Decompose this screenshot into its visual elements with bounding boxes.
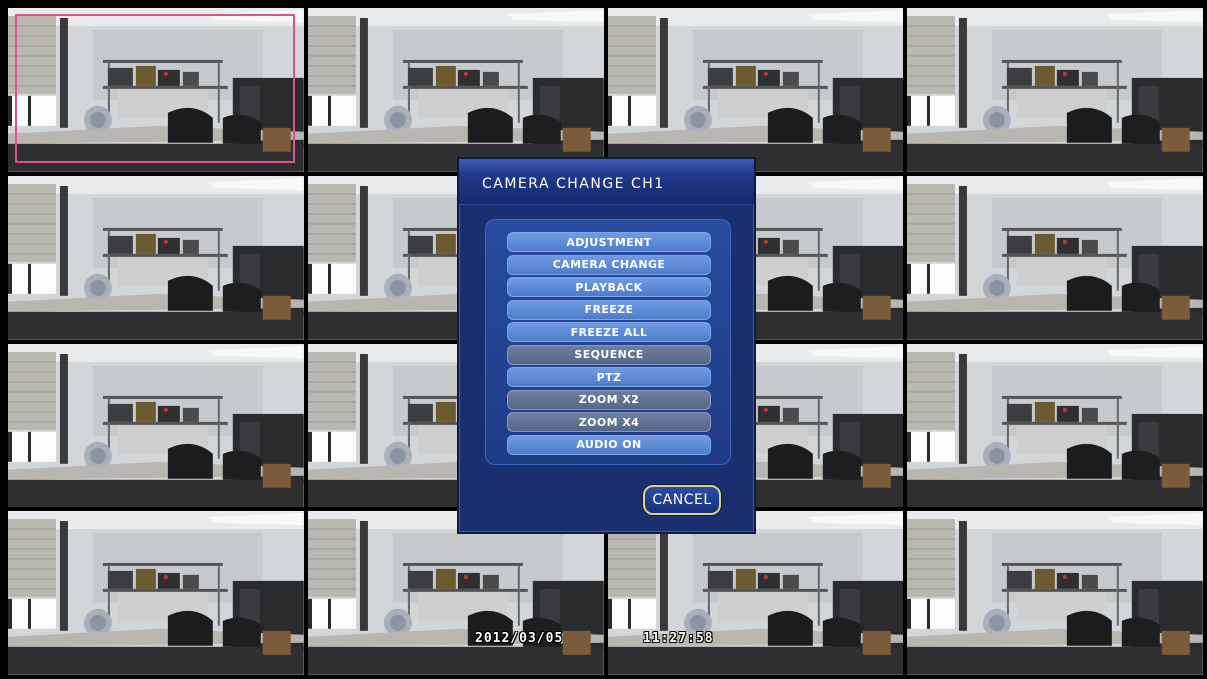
camera-feed-image xyxy=(8,343,304,508)
camera-channel-9[interactable] xyxy=(8,343,304,508)
menu-item-camera-change[interactable]: CAMERA CHANGE xyxy=(507,254,711,275)
camera-channel-14[interactable] xyxy=(307,511,604,675)
camera-change-dialog: CAMERA CHANGE CH1 ADJUSTMENT CAMERA CHANG… xyxy=(457,157,756,534)
camera-feed-image xyxy=(907,343,1203,508)
camera-feed-image xyxy=(8,8,304,172)
camera-feed-image xyxy=(907,8,1203,172)
date-stamp: 2012/03/05 xyxy=(475,631,564,646)
camera-feed-image xyxy=(307,511,604,675)
menu-item-audio-on[interactable]: AUDIO ON xyxy=(507,434,711,455)
menu-item-freeze-all[interactable]: FREEZE ALL xyxy=(507,322,711,342)
camera-feed-image xyxy=(8,511,304,675)
camera-channel-12[interactable] xyxy=(907,343,1203,508)
cancel-button[interactable]: CANCEL xyxy=(643,485,721,515)
dialog-title-bar: CAMERA CHANGE CH1 xyxy=(459,159,754,205)
menu-item-zoom-x2[interactable]: ZOOM X2 xyxy=(507,389,711,410)
camera-channel-3[interactable] xyxy=(607,8,904,172)
camera-channel-15[interactable] xyxy=(607,511,904,675)
camera-feed-image xyxy=(307,8,604,172)
camera-feed-image xyxy=(607,511,904,675)
menu-item-sequence[interactable]: SEQUENCE xyxy=(507,344,711,365)
camera-channel-1[interactable] xyxy=(8,8,304,172)
menu-item-ptz[interactable]: PTZ xyxy=(507,367,711,387)
camera-feed-image xyxy=(907,511,1203,675)
menu-panel: ADJUSTMENT CAMERA CHANGE PLAYBACK FREEZE FRE… xyxy=(485,219,731,465)
camera-channel-4[interactable] xyxy=(907,8,1203,172)
camera-channel-5[interactable] xyxy=(8,175,304,340)
camera-feed-image xyxy=(8,175,304,340)
camera-channel-8[interactable] xyxy=(907,175,1203,340)
menu-item-playback[interactable]: PLAYBACK xyxy=(507,277,711,297)
menu-item-zoom-x4[interactable]: ZOOM X4 xyxy=(507,412,711,432)
menu-item-adjustment[interactable]: ADJUSTMENT xyxy=(507,232,711,252)
time-stamp: 11:27:58 xyxy=(643,631,714,646)
camera-channel-16[interactable] xyxy=(907,511,1203,675)
menu-list: ADJUSTMENT CAMERA CHANGE PLAYBACK FREEZE FRE… xyxy=(507,232,711,457)
menu-item-freeze[interactable]: FREEZE xyxy=(507,299,711,320)
camera-channel-2[interactable] xyxy=(307,8,604,172)
camera-feed-image xyxy=(907,175,1203,340)
dialog-title: CAMERA CHANGE CH1 xyxy=(482,176,665,192)
camera-channel-13[interactable] xyxy=(8,511,304,675)
camera-feed-image xyxy=(607,8,904,172)
